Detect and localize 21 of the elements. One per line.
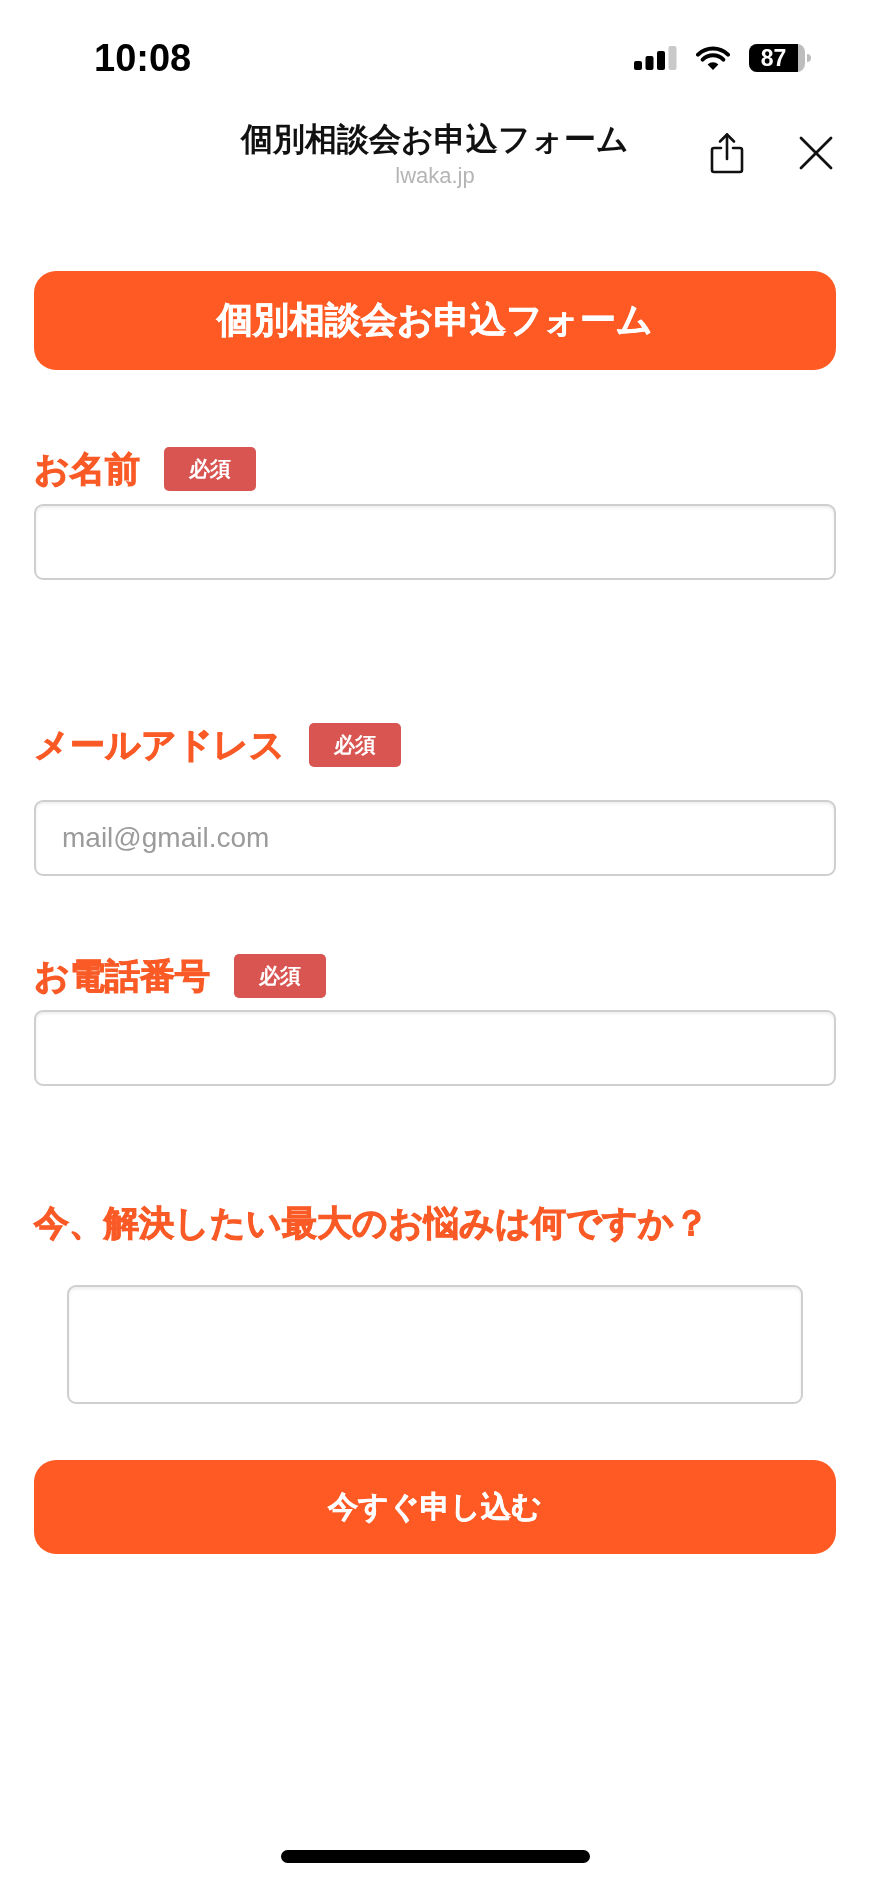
field-label: お電話番号	[34, 955, 210, 997]
required-badge: 必須	[234, 954, 326, 998]
form-title-banner: 個別相談会お申込フォーム	[34, 271, 836, 370]
domain-text: lwaka.jp	[395, 162, 475, 190]
close-icon[interactable]	[799, 136, 833, 170]
required-badge: 必須	[164, 447, 256, 491]
field-label: メールアドレス	[34, 724, 285, 766]
text-input-field[interactable]	[34, 504, 836, 580]
signal-icon	[634, 46, 677, 70]
wifi-icon	[696, 45, 730, 71]
battery-indicator: 87	[749, 44, 811, 72]
field-label: お名前	[34, 448, 140, 490]
required-badge: 必須	[309, 723, 401, 767]
status-time: 10:08	[94, 39, 192, 77]
page-title: 個別相談会お申込フォーム	[241, 120, 629, 158]
text-input-field[interactable]	[34, 1010, 836, 1086]
textarea-field[interactable]	[67, 1285, 803, 1404]
submit-button[interactable]: 今すぐ申し込む	[34, 1460, 836, 1554]
share-icon[interactable]	[710, 132, 744, 174]
text-input-field[interactable]: mail@gmail.com	[34, 800, 836, 876]
field-label: 今、解決したい最大のお悩みは何ですか？	[34, 1202, 709, 1244]
